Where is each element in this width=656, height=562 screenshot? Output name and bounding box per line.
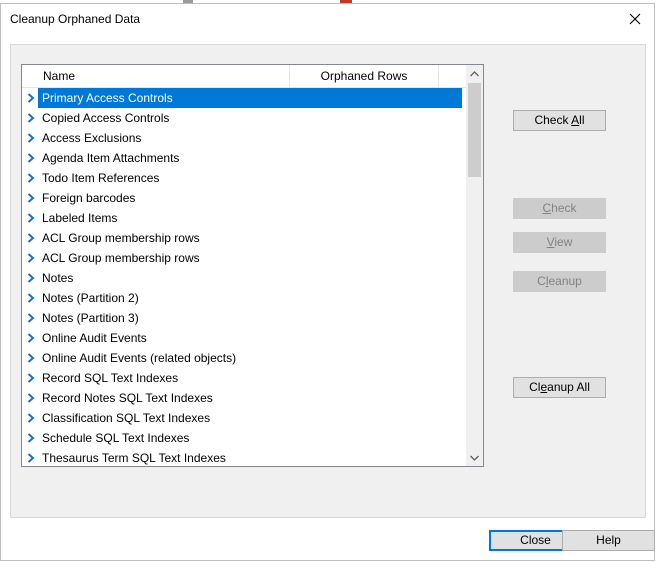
list-item[interactable]: Classification SQL Text Indexes — [22, 408, 467, 428]
view-button[interactable]: View — [513, 232, 606, 253]
check-all-label-pre: Check — [534, 113, 572, 127]
list-item-label: Record Notes SQL Text Indexes — [42, 391, 213, 405]
dialog-title: Cleanup Orphaned Data — [10, 12, 141, 26]
list-item[interactable]: ACL Group membership rows — [22, 248, 467, 268]
orphaned-data-list[interactable]: Name Orphaned Rows Primary Access Contro… — [21, 64, 484, 467]
list-item[interactable]: Thesaurus Term SQL Text Indexes — [22, 448, 467, 466]
list-item[interactable]: Notes (Partition 2) — [22, 288, 467, 308]
list-item[interactable]: Record Notes SQL Text Indexes — [22, 388, 467, 408]
list-item-label: Schedule SQL Text Indexes — [42, 431, 190, 445]
scrollbar-thumb[interactable] — [468, 83, 481, 177]
chevron-right-icon[interactable] — [27, 113, 35, 123]
check-label-post: heck — [551, 201, 577, 215]
chevron-right-icon[interactable] — [27, 153, 35, 163]
chevron-right-icon[interactable] — [27, 333, 35, 343]
chevron-right-icon[interactable] — [27, 133, 35, 143]
chevron-right-icon[interactable] — [27, 213, 35, 223]
chevron-down-icon — [470, 455, 479, 461]
list-item-label: Notes (Partition 3) — [42, 311, 139, 325]
vertical-scrollbar[interactable] — [466, 65, 483, 466]
title-bar: Cleanup Orphaned Data — [1, 4, 654, 34]
list-item-label: Record SQL Text Indexes — [42, 371, 179, 385]
list-item-label: Online Audit Events — [42, 331, 147, 345]
view-label-post: iew — [554, 235, 573, 249]
list-item-label: Access Exclusions — [42, 131, 142, 145]
chevron-right-icon[interactable] — [27, 393, 35, 403]
chevron-right-icon[interactable] — [27, 273, 35, 283]
cleanup-button[interactable]: Cleanup — [513, 271, 606, 292]
check-accesskey: C — [542, 201, 552, 215]
chevron-right-icon[interactable] — [27, 433, 35, 443]
list-item[interactable]: Online Audit Events (related objects) — [22, 348, 467, 368]
list-item[interactable]: Notes (Partition 3) — [22, 308, 467, 328]
help-button[interactable]: Help — [562, 530, 655, 551]
list-item[interactable]: Labeled Items — [22, 208, 467, 228]
cleanup-label-post: eanup — [548, 274, 582, 288]
list-item[interactable]: Foreign barcodes — [22, 188, 467, 208]
list-header: Name Orphaned Rows — [22, 65, 467, 88]
chevron-right-icon[interactable] — [27, 413, 35, 423]
chevron-right-icon[interactable] — [27, 313, 35, 323]
column-header-name[interactable]: Name — [22, 65, 290, 87]
list-item-label: Classification SQL Text Indexes — [42, 411, 211, 425]
list-item-label: Copied Access Controls — [42, 111, 170, 125]
chevron-right-icon[interactable] — [27, 353, 35, 363]
list-item[interactable]: Schedule SQL Text Indexes — [22, 428, 467, 448]
list-item-label: Foreign barcodes — [42, 191, 136, 205]
list-item[interactable]: ACL Group membership rows — [22, 228, 467, 248]
list-item[interactable]: Record SQL Text Indexes — [22, 368, 467, 388]
check-button[interactable]: Check — [513, 198, 606, 219]
list-item[interactable]: Todo Item References — [22, 168, 467, 188]
check-all-accesskey: A — [571, 113, 580, 127]
chevron-right-icon[interactable] — [27, 373, 35, 383]
list-item-label: Notes — [42, 271, 74, 285]
list-item-label: Labeled Items — [42, 211, 118, 225]
chevron-right-icon[interactable] — [27, 453, 35, 463]
cleanup-all-label-post: anup All — [547, 380, 590, 394]
column-header-orphaned-rows[interactable]: Orphaned Rows — [290, 65, 439, 87]
list-item[interactable]: Notes — [22, 268, 467, 288]
list-item-label: Todo Item References — [42, 171, 160, 185]
cleanup-label-pre: C — [537, 274, 546, 288]
scroll-up-button[interactable] — [466, 65, 483, 82]
cleanup-dialog: Cleanup Orphaned Data Name Orphaned Rows… — [0, 3, 655, 561]
scroll-down-button[interactable] — [466, 449, 483, 466]
list-item-label: Primary Access Controls — [38, 88, 462, 108]
list-item-label: ACL Group membership rows — [42, 231, 200, 245]
list-item[interactable]: Copied Access Controls — [22, 108, 467, 128]
chevron-right-icon[interactable] — [27, 193, 35, 203]
check-all-label-post: ll — [579, 113, 585, 127]
chevron-right-icon[interactable] — [27, 253, 35, 263]
list-item-label: Online Audit Events (related objects) — [42, 351, 237, 365]
dialog-client-area: Name Orphaned Rows Primary Access Contro… — [10, 44, 646, 518]
list-item[interactable]: Agenda Item Attachments — [22, 148, 467, 168]
cleanup-all-label-pre: Cl — [529, 380, 541, 394]
chevron-right-icon[interactable] — [27, 93, 35, 103]
chevron-up-icon — [470, 70, 479, 76]
list-item[interactable]: Online Audit Events — [22, 328, 467, 348]
title-close-button[interactable] — [622, 7, 648, 31]
list-item-label: Agenda Item Attachments — [42, 151, 180, 165]
list-item[interactable]: Primary Access Controls — [22, 88, 467, 108]
list-item-label: ACL Group membership rows — [42, 251, 200, 265]
list-rows: Primary Access Controls Copied Access Con… — [22, 88, 467, 466]
chevron-right-icon[interactable] — [27, 233, 35, 243]
close-icon — [629, 13, 641, 25]
list-item-label: Thesaurus Term SQL Text Indexes — [42, 451, 226, 465]
check-all-button[interactable]: Check All — [513, 110, 606, 131]
list-item-label: Notes (Partition 2) — [42, 291, 139, 305]
list-item[interactable]: Access Exclusions — [22, 128, 467, 148]
chevron-right-icon[interactable] — [27, 293, 35, 303]
chevron-right-icon[interactable] — [27, 173, 35, 183]
cleanup-all-button[interactable]: Cleanup All — [513, 377, 606, 398]
